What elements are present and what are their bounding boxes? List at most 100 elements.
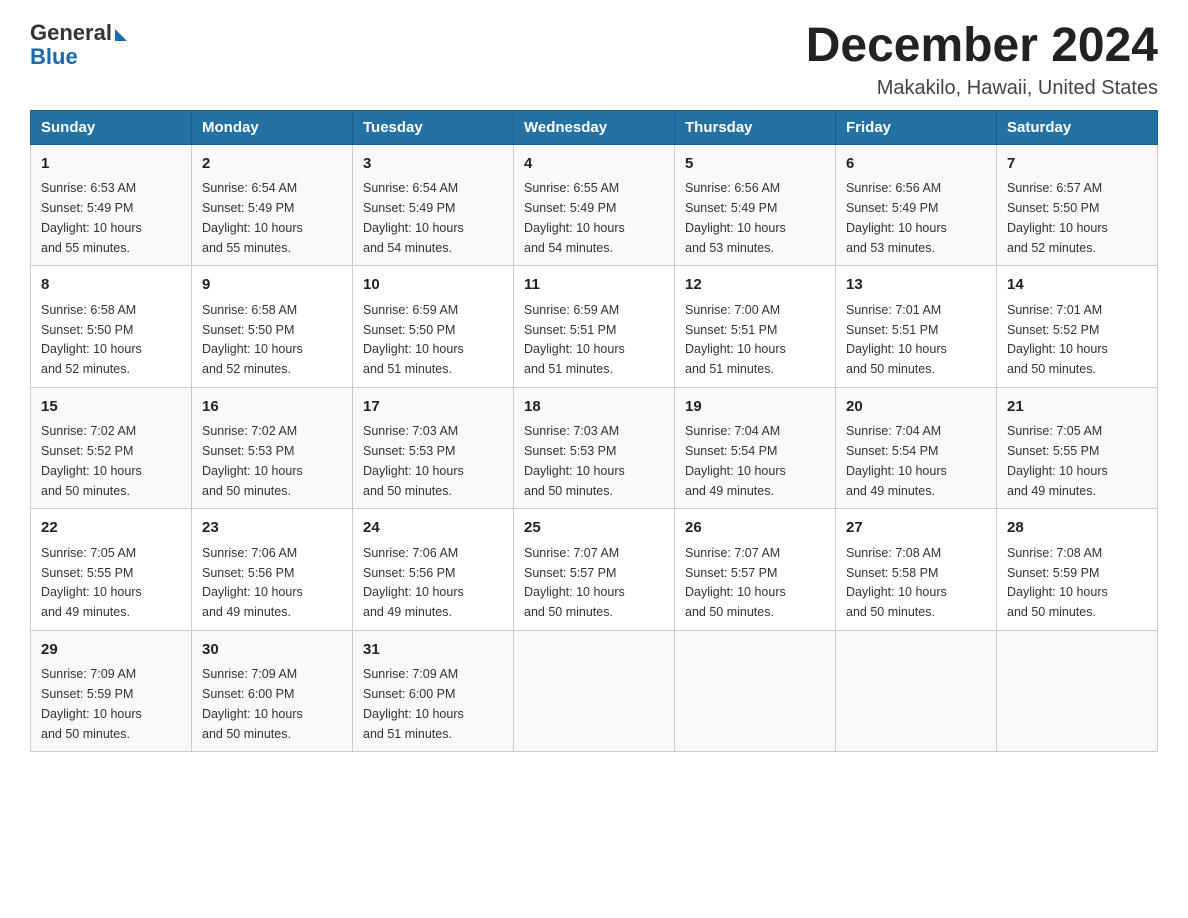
calendar-week-1: 1 Sunrise: 6:53 AMSunset: 5:49 PMDayligh…	[31, 144, 1158, 266]
day-info: Sunrise: 7:00 AMSunset: 5:51 PMDaylight:…	[685, 303, 786, 376]
col-sunday: Sunday	[31, 110, 192, 144]
location-text: Makakilo, Hawaii, United States	[806, 77, 1158, 100]
day-number: 3	[363, 153, 503, 176]
day-info: Sunrise: 7:03 AMSunset: 5:53 PMDaylight:…	[363, 424, 464, 497]
logo: General Blue	[30, 20, 127, 70]
day-number: 12	[685, 274, 825, 297]
col-friday: Friday	[836, 110, 997, 144]
day-info: Sunrise: 6:58 AMSunset: 5:50 PMDaylight:…	[202, 303, 303, 376]
day-info: Sunrise: 7:09 AMSunset: 6:00 PMDaylight:…	[202, 667, 303, 740]
day-number: 7	[1007, 153, 1147, 176]
calendar-cell: 7 Sunrise: 6:57 AMSunset: 5:50 PMDayligh…	[997, 144, 1158, 266]
calendar-header: Sunday Monday Tuesday Wednesday Thursday…	[31, 110, 1158, 144]
logo-general-text: General	[30, 20, 112, 46]
day-info: Sunrise: 7:02 AMSunset: 5:52 PMDaylight:…	[41, 424, 142, 497]
calendar-table: Sunday Monday Tuesday Wednesday Thursday…	[30, 110, 1158, 753]
day-number: 31	[363, 639, 503, 662]
day-info: Sunrise: 6:53 AMSunset: 5:49 PMDaylight:…	[41, 181, 142, 254]
day-number: 18	[524, 396, 664, 419]
calendar-cell: 26 Sunrise: 7:07 AMSunset: 5:57 PMDaylig…	[675, 509, 836, 631]
day-number: 21	[1007, 396, 1147, 419]
day-info: Sunrise: 7:08 AMSunset: 5:59 PMDaylight:…	[1007, 546, 1108, 619]
day-info: Sunrise: 6:59 AMSunset: 5:50 PMDaylight:…	[363, 303, 464, 376]
calendar-cell: 14 Sunrise: 7:01 AMSunset: 5:52 PMDaylig…	[997, 266, 1158, 388]
header-row: Sunday Monday Tuesday Wednesday Thursday…	[31, 110, 1158, 144]
day-info: Sunrise: 6:56 AMSunset: 5:49 PMDaylight:…	[846, 181, 947, 254]
day-info: Sunrise: 7:04 AMSunset: 5:54 PMDaylight:…	[685, 424, 786, 497]
calendar-cell	[675, 630, 836, 752]
day-number: 28	[1007, 517, 1147, 540]
calendar-cell: 18 Sunrise: 7:03 AMSunset: 5:53 PMDaylig…	[514, 387, 675, 509]
day-info: Sunrise: 6:58 AMSunset: 5:50 PMDaylight:…	[41, 303, 142, 376]
day-number: 10	[363, 274, 503, 297]
calendar-week-3: 15 Sunrise: 7:02 AMSunset: 5:52 PMDaylig…	[31, 387, 1158, 509]
calendar-cell: 13 Sunrise: 7:01 AMSunset: 5:51 PMDaylig…	[836, 266, 997, 388]
day-info: Sunrise: 6:57 AMSunset: 5:50 PMDaylight:…	[1007, 181, 1108, 254]
day-info: Sunrise: 7:07 AMSunset: 5:57 PMDaylight:…	[685, 546, 786, 619]
calendar-cell: 16 Sunrise: 7:02 AMSunset: 5:53 PMDaylig…	[192, 387, 353, 509]
page-header: General Blue December 2024 Makakilo, Haw…	[30, 20, 1158, 100]
day-number: 19	[685, 396, 825, 419]
calendar-cell: 30 Sunrise: 7:09 AMSunset: 6:00 PMDaylig…	[192, 630, 353, 752]
day-number: 11	[524, 274, 664, 297]
calendar-cell: 25 Sunrise: 7:07 AMSunset: 5:57 PMDaylig…	[514, 509, 675, 631]
day-info: Sunrise: 7:01 AMSunset: 5:52 PMDaylight:…	[1007, 303, 1108, 376]
calendar-cell: 19 Sunrise: 7:04 AMSunset: 5:54 PMDaylig…	[675, 387, 836, 509]
day-info: Sunrise: 7:09 AMSunset: 6:00 PMDaylight:…	[363, 667, 464, 740]
day-number: 24	[363, 517, 503, 540]
calendar-cell: 29 Sunrise: 7:09 AMSunset: 5:59 PMDaylig…	[31, 630, 192, 752]
day-info: Sunrise: 7:09 AMSunset: 5:59 PMDaylight:…	[41, 667, 142, 740]
calendar-cell: 31 Sunrise: 7:09 AMSunset: 6:00 PMDaylig…	[353, 630, 514, 752]
calendar-cell: 2 Sunrise: 6:54 AMSunset: 5:49 PMDayligh…	[192, 144, 353, 266]
calendar-cell: 3 Sunrise: 6:54 AMSunset: 5:49 PMDayligh…	[353, 144, 514, 266]
day-info: Sunrise: 7:06 AMSunset: 5:56 PMDaylight:…	[363, 546, 464, 619]
day-number: 23	[202, 517, 342, 540]
month-title: December 2024	[806, 20, 1158, 73]
calendar-cell	[836, 630, 997, 752]
col-tuesday: Tuesday	[353, 110, 514, 144]
day-number: 9	[202, 274, 342, 297]
day-info: Sunrise: 6:54 AMSunset: 5:49 PMDaylight:…	[202, 181, 303, 254]
calendar-cell: 15 Sunrise: 7:02 AMSunset: 5:52 PMDaylig…	[31, 387, 192, 509]
calendar-cell: 17 Sunrise: 7:03 AMSunset: 5:53 PMDaylig…	[353, 387, 514, 509]
calendar-week-2: 8 Sunrise: 6:58 AMSunset: 5:50 PMDayligh…	[31, 266, 1158, 388]
day-number: 1	[41, 153, 181, 176]
day-number: 26	[685, 517, 825, 540]
day-info: Sunrise: 7:05 AMSunset: 5:55 PMDaylight:…	[1007, 424, 1108, 497]
calendar-cell: 5 Sunrise: 6:56 AMSunset: 5:49 PMDayligh…	[675, 144, 836, 266]
calendar-cell: 12 Sunrise: 7:00 AMSunset: 5:51 PMDaylig…	[675, 266, 836, 388]
day-info: Sunrise: 7:08 AMSunset: 5:58 PMDaylight:…	[846, 546, 947, 619]
calendar-cell: 21 Sunrise: 7:05 AMSunset: 5:55 PMDaylig…	[997, 387, 1158, 509]
day-number: 13	[846, 274, 986, 297]
day-info: Sunrise: 7:04 AMSunset: 5:54 PMDaylight:…	[846, 424, 947, 497]
calendar-cell: 10 Sunrise: 6:59 AMSunset: 5:50 PMDaylig…	[353, 266, 514, 388]
calendar-cell: 8 Sunrise: 6:58 AMSunset: 5:50 PMDayligh…	[31, 266, 192, 388]
day-number: 5	[685, 153, 825, 176]
calendar-week-4: 22 Sunrise: 7:05 AMSunset: 5:55 PMDaylig…	[31, 509, 1158, 631]
calendar-cell: 1 Sunrise: 6:53 AMSunset: 5:49 PMDayligh…	[31, 144, 192, 266]
col-thursday: Thursday	[675, 110, 836, 144]
day-info: Sunrise: 7:03 AMSunset: 5:53 PMDaylight:…	[524, 424, 625, 497]
day-info: Sunrise: 7:02 AMSunset: 5:53 PMDaylight:…	[202, 424, 303, 497]
calendar-cell: 11 Sunrise: 6:59 AMSunset: 5:51 PMDaylig…	[514, 266, 675, 388]
day-number: 15	[41, 396, 181, 419]
day-number: 6	[846, 153, 986, 176]
day-number: 30	[202, 639, 342, 662]
title-section: December 2024 Makakilo, Hawaii, United S…	[806, 20, 1158, 100]
day-number: 20	[846, 396, 986, 419]
calendar-cell: 27 Sunrise: 7:08 AMSunset: 5:58 PMDaylig…	[836, 509, 997, 631]
col-wednesday: Wednesday	[514, 110, 675, 144]
calendar-cell: 6 Sunrise: 6:56 AMSunset: 5:49 PMDayligh…	[836, 144, 997, 266]
day-number: 16	[202, 396, 342, 419]
day-info: Sunrise: 6:56 AMSunset: 5:49 PMDaylight:…	[685, 181, 786, 254]
logo-arrow-icon	[115, 29, 127, 41]
calendar-cell: 9 Sunrise: 6:58 AMSunset: 5:50 PMDayligh…	[192, 266, 353, 388]
calendar-body: 1 Sunrise: 6:53 AMSunset: 5:49 PMDayligh…	[31, 144, 1158, 752]
calendar-cell: 20 Sunrise: 7:04 AMSunset: 5:54 PMDaylig…	[836, 387, 997, 509]
calendar-cell: 4 Sunrise: 6:55 AMSunset: 5:49 PMDayligh…	[514, 144, 675, 266]
day-info: Sunrise: 6:55 AMSunset: 5:49 PMDaylight:…	[524, 181, 625, 254]
day-number: 2	[202, 153, 342, 176]
day-info: Sunrise: 7:05 AMSunset: 5:55 PMDaylight:…	[41, 546, 142, 619]
day-number: 29	[41, 639, 181, 662]
calendar-cell	[997, 630, 1158, 752]
